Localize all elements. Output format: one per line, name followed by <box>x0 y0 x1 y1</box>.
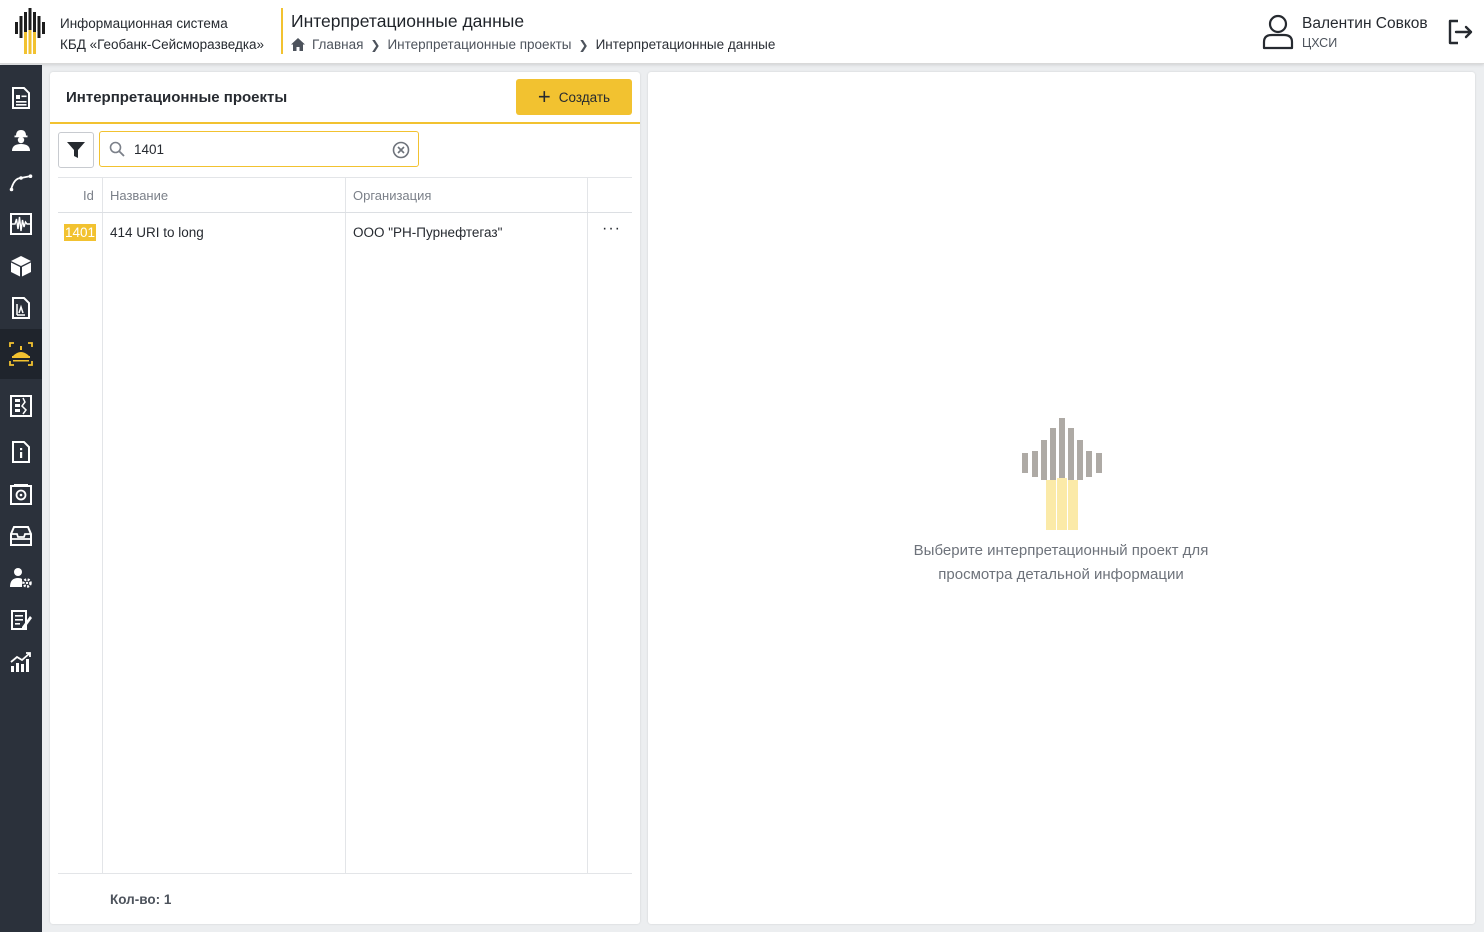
breadcrumb: Главная ❯ Интерпретационные проекты ❯ Ин… <box>291 37 775 52</box>
sidebar-item-well-logs[interactable] <box>0 385 42 427</box>
column-divider <box>345 178 346 874</box>
breadcrumb-current: Интерпретационные данные <box>595 37 776 52</box>
id-search-highlight: 1401 <box>64 224 97 241</box>
column-divider <box>587 178 588 874</box>
cube-icon <box>11 256 31 277</box>
seismic-trace-icon <box>10 213 32 235</box>
worker-icon <box>12 130 30 151</box>
notes-edit-icon <box>11 610 32 630</box>
column-header-id[interactable]: Id <box>83 188 94 203</box>
empty-state-message: Выберите интерпретационный проект для пр… <box>861 539 1261 587</box>
sidebar-item-files[interactable] <box>0 431 42 473</box>
app-header: Информационная система КБД «Геобанк-Сейс… <box>0 0 1484 64</box>
row-organization: ООО "РН-Пурнефтегаз" <box>353 225 503 240</box>
table-header: Id Название Организация <box>58 178 632 213</box>
sidebar-item-seismic[interactable] <box>0 203 42 245</box>
create-button-label: Создать <box>558 89 611 105</box>
create-project-button[interactable]: + Создать <box>516 79 632 115</box>
plus-icon: + <box>537 84 551 109</box>
system-name-line1: Информационная система <box>60 16 228 31</box>
column-header-organization[interactable]: Организация <box>353 188 431 203</box>
empty-state-logo-icon <box>1022 418 1102 530</box>
projects-table: Id Название Организация 1401 414 URI to … <box>58 177 632 874</box>
sidebar-item-archive[interactable] <box>0 515 42 557</box>
system-name: Информационная система КБД «Геобанк-Сейс… <box>60 13 264 55</box>
interpretation-icon <box>9 342 33 366</box>
row-id: 1401 <box>64 224 97 241</box>
column-divider <box>102 178 103 874</box>
page-title: Интерпретационные данные <box>291 11 525 31</box>
details-panel: Выберите интерпретационный проект для пр… <box>648 72 1475 924</box>
sidebar-item-reports[interactable] <box>0 287 42 329</box>
file-info-icon <box>12 441 30 463</box>
breadcrumb-home[interactable]: Главная <box>312 37 363 52</box>
breadcrumb-projects[interactable]: Интерпретационные проекты <box>387 37 571 52</box>
sidebar-item-media[interactable] <box>0 473 42 515</box>
row-menu-icon[interactable]: ··· <box>602 220 621 238</box>
company-logo-icon[interactable] <box>12 8 48 54</box>
report-document-icon <box>12 297 30 319</box>
media-disk-icon <box>10 484 32 505</box>
table-footer-divider <box>58 873 632 874</box>
user-org: ЦХСИ <box>1302 36 1338 50</box>
search-icon <box>109 141 125 157</box>
sidebar-item-workers[interactable] <box>0 119 42 161</box>
system-name-line2: КБД «Геобанк-Сейсморазведка» <box>60 37 265 52</box>
empty-state-line1: Выберите интерпретационный проект для <box>913 542 1209 559</box>
sidebar-item-interpretation[interactable] <box>0 329 42 379</box>
row-count: Кол-во: 1 <box>110 892 172 907</box>
header-divider <box>281 8 283 54</box>
clear-search-icon[interactable] <box>392 141 410 159</box>
statistics-chart-icon <box>10 652 31 672</box>
projects-panel-title: Интерпретационные проекты <box>66 89 288 106</box>
search-input[interactable] <box>134 139 384 159</box>
document-id-icon <box>12 87 30 109</box>
search-field[interactable] <box>99 131 419 167</box>
sidebar-item-user-settings[interactable] <box>0 557 42 599</box>
chevron-right-icon: ❯ <box>370 37 381 52</box>
sidebar <box>0 65 42 932</box>
user-icon[interactable] <box>1262 14 1294 50</box>
sidebar-item-cube[interactable] <box>0 245 42 287</box>
logout-icon[interactable] <box>1446 18 1474 46</box>
filter-button[interactable] <box>58 132 94 168</box>
empty-state-line2: просмотра детальной информации <box>938 566 1184 583</box>
user-settings-icon <box>10 568 32 588</box>
table-row[interactable]: 1401 414 URI to long ООО "РН-Пурнефтегаз… <box>58 214 632 250</box>
row-name: 414 URI to long <box>110 225 204 240</box>
column-header-name[interactable]: Название <box>110 188 168 203</box>
archive-tray-icon <box>10 526 32 546</box>
sidebar-item-notes[interactable] <box>0 599 42 641</box>
home-icon[interactable] <box>291 38 305 51</box>
well-log-icon <box>10 395 32 417</box>
sidebar-item-statistics[interactable] <box>0 641 42 683</box>
chevron-right-icon: ❯ <box>578 37 589 52</box>
sidebar-item-documents[interactable] <box>0 77 42 119</box>
projects-panel: Интерпретационные проекты + Создать Id Н… <box>50 72 640 924</box>
profile-line-icon <box>9 174 33 192</box>
filter-icon <box>67 142 85 158</box>
user-name[interactable]: Валентин Совков <box>1302 15 1428 33</box>
sidebar-item-profiles[interactable] <box>0 161 42 203</box>
projects-panel-header: Интерпретационные проекты + Создать <box>50 72 640 124</box>
